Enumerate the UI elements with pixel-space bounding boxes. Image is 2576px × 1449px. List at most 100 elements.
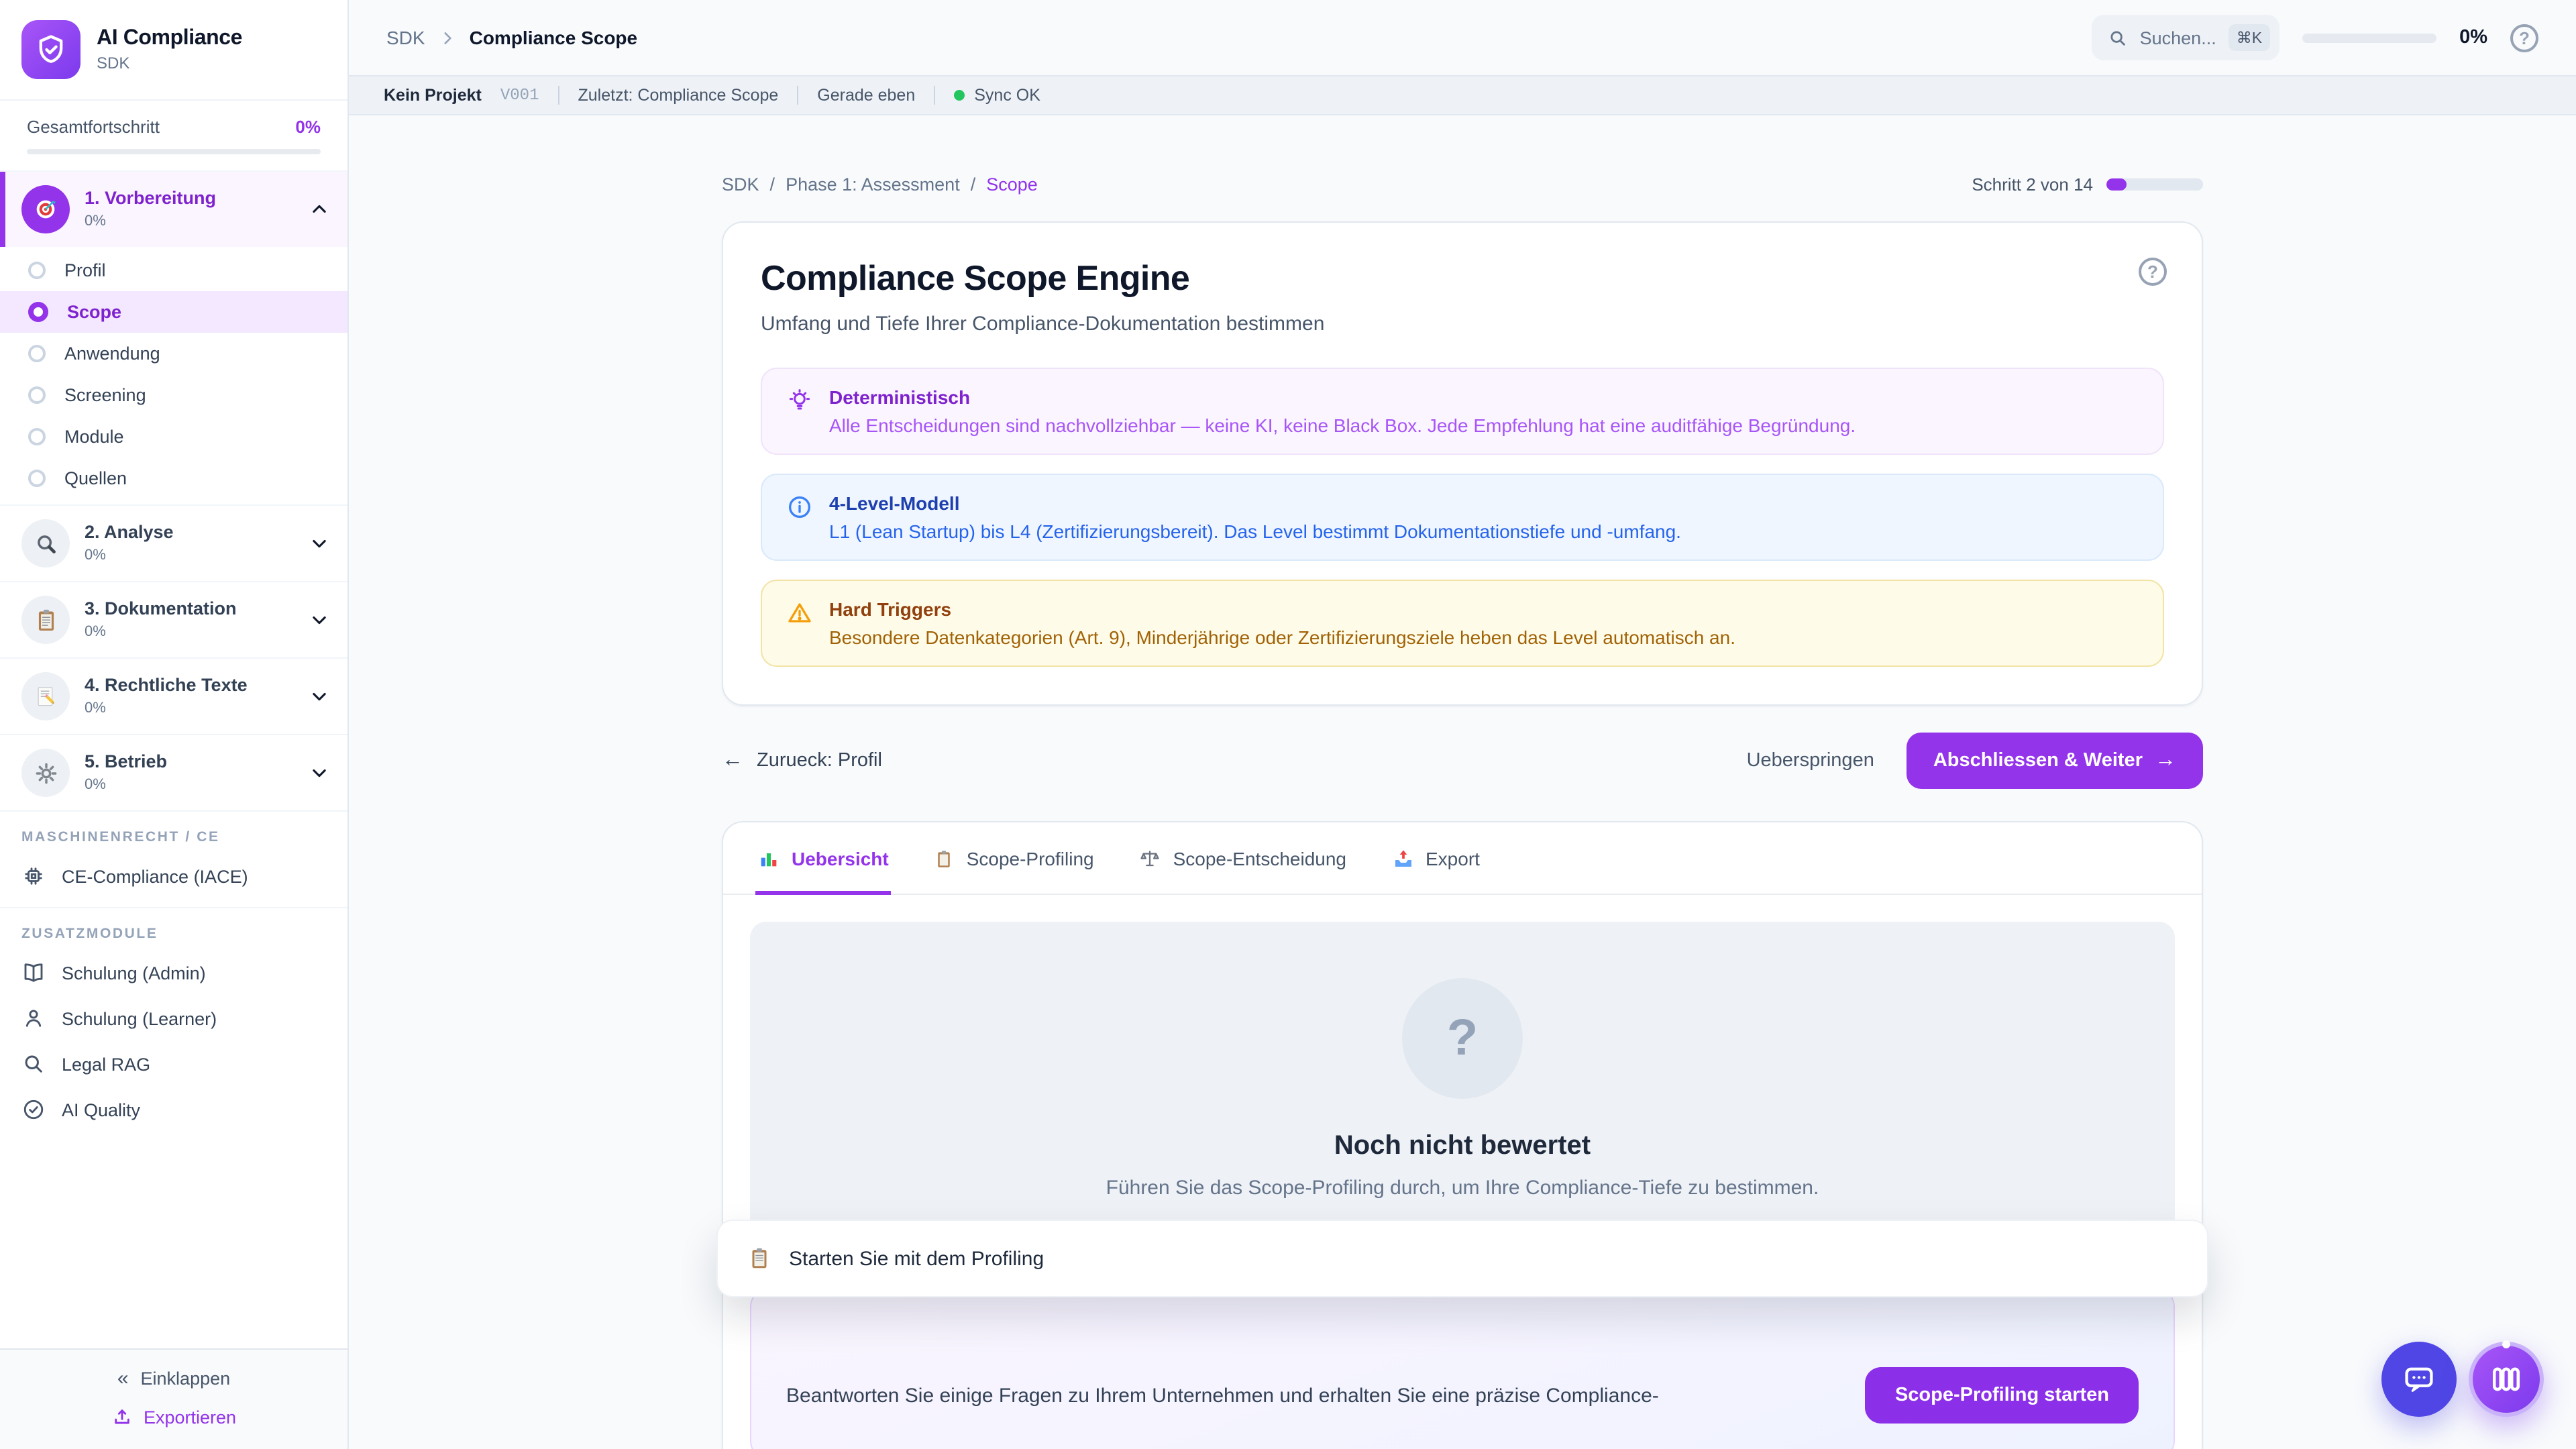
crumb-sdk[interactable]: SDK (722, 174, 759, 195)
sync-status: Sync OK (954, 86, 1040, 105)
chevron-down-icon (310, 534, 329, 553)
empty-state-title: Noch nicht bewertet (1334, 1131, 1591, 1162)
section-percent: 0% (85, 700, 248, 717)
chevron-right-icon (439, 29, 456, 46)
brand-header: AI Compliance SDK (0, 0, 347, 101)
section-percent: 0% (85, 213, 216, 230)
search-icon (21, 1052, 46, 1076)
start-profiling-button[interactable]: Scope-Profiling starten (1866, 1367, 2139, 1424)
section-percent: 0% (85, 777, 167, 794)
sidebar-item-screening[interactable]: Screening (0, 374, 347, 416)
sidebar-nav: 1. Vorbereitung 0% Profil Scope (0, 172, 347, 1348)
section-label: 2. Analyse (85, 523, 174, 543)
section-percent: 0% (85, 547, 174, 564)
back-button[interactable]: ← Zurueck: Profil (722, 749, 882, 773)
person-icon (21, 1006, 46, 1030)
chat-fab-button[interactable] (2381, 1342, 2457, 1417)
tab-export[interactable]: Export (1389, 822, 1483, 895)
sidebar-section-analyse[interactable]: 2. Analyse 0% (0, 506, 347, 582)
skip-button[interactable]: Ueberspringen (1747, 750, 1874, 771)
last-saved-label: Zuletzt: Compliance Scope (578, 86, 779, 105)
keyboard-shortcut-badge: ⌘K (2229, 24, 2270, 51)
lightbulb-icon (786, 386, 813, 436)
breadcrumb-root[interactable]: SDK (386, 27, 425, 48)
search-input[interactable]: Suchen... ⌘K (2092, 15, 2279, 60)
arrow-right-icon: → (2155, 749, 2176, 773)
info-box-body: Alle Entscheidungen sind nachvollziehbar… (829, 415, 1856, 436)
radio-icon (28, 470, 46, 487)
sync-ok-dot-icon (954, 90, 965, 101)
group-label-maschinenrecht: MASCHINENRECHT / CE (0, 812, 347, 853)
sidebar-item-profil[interactable]: Profil (0, 250, 347, 291)
sidebar-item-ce-compliance[interactable]: CE-Compliance (IACE) (0, 853, 347, 899)
sidebar-item-legal-rag[interactable]: Legal RAG (0, 1041, 347, 1087)
tab-scope-profiling[interactable]: Scope-Profiling (932, 822, 1097, 895)
chevron-down-icon (310, 763, 329, 782)
last-saved-time: Gerade eben (817, 86, 915, 105)
magnifier-icon (21, 519, 70, 568)
info-box-title: 4-Level-Modell (829, 492, 1681, 514)
header-progress-track (2302, 33, 2436, 42)
scope-tabs-card: Uebersicht Scope-Profiling (722, 821, 2203, 1449)
step-progress-fill (2106, 178, 2127, 191)
sidebar-section-vorbereitung[interactable]: 1. Vorbereitung 0% (0, 172, 347, 247)
search-icon (2108, 28, 2128, 48)
info-box-deterministisch: Deterministisch Alle Entscheidungen sind… (761, 368, 2164, 455)
sidebar-item-schulung-learner[interactable]: Schulung (Learner) (0, 996, 347, 1041)
search-placeholder: Suchen... (2140, 28, 2216, 48)
project-status: Kein Projekt (384, 86, 482, 105)
tab-uebersicht[interactable]: Uebersicht (755, 822, 892, 895)
crumb-current: Scope (986, 174, 1038, 195)
collapse-sidebar-button[interactable]: « Einklappen (117, 1367, 230, 1390)
radio-selected-icon (28, 302, 48, 322)
chevron-up-icon (310, 200, 329, 219)
cta-description: Beantworten Sie einige Fragen zu Ihrem U… (786, 1384, 1833, 1407)
info-box-title: Hard Triggers (829, 598, 1735, 620)
version-badge: V001 (500, 86, 539, 105)
help-icon[interactable]: ? (2510, 23, 2538, 52)
section-items: Profil Scope Anwendung Screening Module (0, 247, 347, 506)
profiling-toast[interactable]: Starten Sie mit dem Profiling (716, 1220, 2208, 1297)
step-progress-track (2106, 178, 2203, 191)
panel-columns-fab-button[interactable] (2469, 1342, 2544, 1417)
complete-next-button[interactable]: Abschliessen & Weiter → (1907, 733, 2203, 789)
crumb-phase[interactable]: Phase 1: Assessment (786, 174, 960, 195)
check-circle-icon (21, 1097, 46, 1122)
scale-icon (1140, 848, 1161, 869)
sidebar-item-module[interactable]: Module (0, 416, 347, 458)
app-window: AI Compliance SDK Gesamtfortschritt 0% (0, 0, 2576, 1449)
wizard-nav-row: ← Zurueck: Profil Ueberspringen Abschlie… (722, 733, 2203, 789)
sidebar-section-betrieb[interactable]: 5. Betrieb 0% (0, 735, 347, 812)
columns-icon (2489, 1362, 2524, 1397)
info-box-hard-triggers: Hard Triggers Besondere Datenkategorien … (761, 580, 2164, 667)
sidebar-section-dokumentation[interactable]: 3. Dokumentation 0% (0, 582, 347, 659)
breadcrumb-current: Compliance Scope (470, 27, 638, 48)
sidebar-section-rechtliche-texte[interactable]: 4. Rechtliche Texte 0% (0, 659, 347, 735)
sidebar-item-scope[interactable]: Scope (0, 291, 347, 333)
info-icon (786, 492, 813, 542)
sidebar-item-schulung-admin[interactable]: Schulung (Admin) (0, 950, 347, 996)
collapse-icon: « (117, 1367, 129, 1390)
clipboard-icon (21, 596, 70, 644)
export-button[interactable]: Exportieren (111, 1406, 236, 1428)
shield-logo-icon (21, 20, 80, 79)
radio-icon (28, 262, 46, 279)
info-box-title: Deterministisch (829, 386, 1856, 408)
page-breadcrumb: SDK / Phase 1: Assessment / Scope (722, 174, 1038, 195)
sidebar-item-quellen[interactable]: Quellen (0, 458, 347, 499)
clipboard-icon (747, 1246, 771, 1271)
sidebar: AI Compliance SDK Gesamtfortschritt 0% (0, 0, 349, 1449)
overall-progress-label: Gesamtfortschritt (27, 117, 160, 137)
section-label: 3. Dokumentation (85, 599, 237, 620)
sidebar-item-ai-quality[interactable]: AI Quality (0, 1087, 347, 1132)
chat-bubble-icon (2402, 1362, 2436, 1397)
card-help-icon[interactable]: ? (2139, 258, 2167, 286)
radio-icon (28, 428, 46, 445)
memo-icon (21, 672, 70, 720)
sidebar-item-anwendung[interactable]: Anwendung (0, 333, 347, 374)
group-label-zusatzmodule: ZUSATZMODULE (0, 908, 347, 950)
tab-scope-entscheidung[interactable]: Scope-Entscheidung (1137, 822, 1349, 895)
section-label: 1. Vorbereitung (85, 189, 216, 209)
header-progress-value: 0% (2459, 27, 2487, 48)
scope-engine-card: Compliance Scope Engine ? Umfang und Tie… (722, 221, 2203, 706)
